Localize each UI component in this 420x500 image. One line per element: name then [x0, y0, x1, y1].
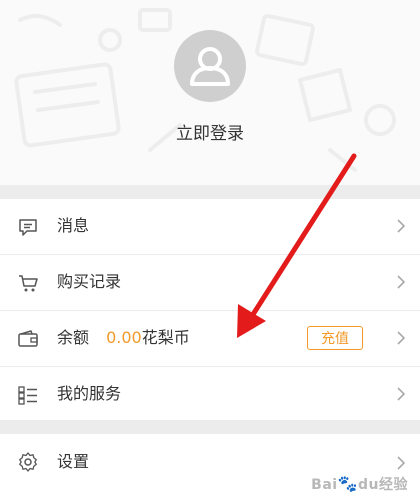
recharge-button[interactable]: 充值: [307, 326, 363, 350]
balance-unit: 花梨币: [141, 328, 190, 347]
menu-item-services[interactable]: 我的服务: [0, 367, 420, 422]
user-placeholder-icon: [190, 47, 230, 86]
chevron-right-icon: [397, 219, 406, 233]
menu-item-label: 我的服务: [57, 384, 122, 403]
chevron-right-icon: [397, 387, 406, 401]
menu-item-label: 消息: [57, 216, 90, 235]
balance-amount: 0.00: [106, 328, 142, 347]
chevron-right-icon: [397, 331, 406, 345]
message-icon: [19, 219, 37, 236]
menu-item-purchases[interactable]: 购买记录: [0, 255, 420, 311]
chevron-right-icon: [397, 275, 406, 289]
wallet-icon: [18, 330, 38, 347]
checklist-icon: [18, 386, 37, 405]
watermark-text-b: 经验: [379, 477, 408, 493]
watermark-text-c: du: [358, 477, 379, 493]
menu-group-main: 消息 购买记录 余额 0.00花梨币 充值 我的服务: [0, 199, 420, 420]
watermark-text-a: Bai: [311, 477, 338, 493]
profile-header: 立即登录: [0, 0, 420, 185]
menu-item-label: 购买记录: [57, 272, 122, 291]
cart-icon: [19, 275, 38, 292]
menu-item-messages[interactable]: 消息: [0, 199, 420, 255]
menu-item-balance[interactable]: 余额 0.00花梨币 充值: [0, 311, 420, 367]
paw-icon: 🐾: [337, 474, 358, 493]
gear-icon: [19, 452, 37, 472]
menu-item-label: 设置: [57, 452, 90, 471]
chevron-right-icon: [397, 456, 406, 470]
baidu-watermark: Bai🐾du经验: [311, 474, 408, 494]
login-link[interactable]: 立即登录: [0, 119, 420, 144]
balance-label: 余额: [57, 328, 90, 347]
avatar[interactable]: [174, 30, 246, 102]
balance-text: 余额 0.00花梨币: [57, 328, 190, 348]
